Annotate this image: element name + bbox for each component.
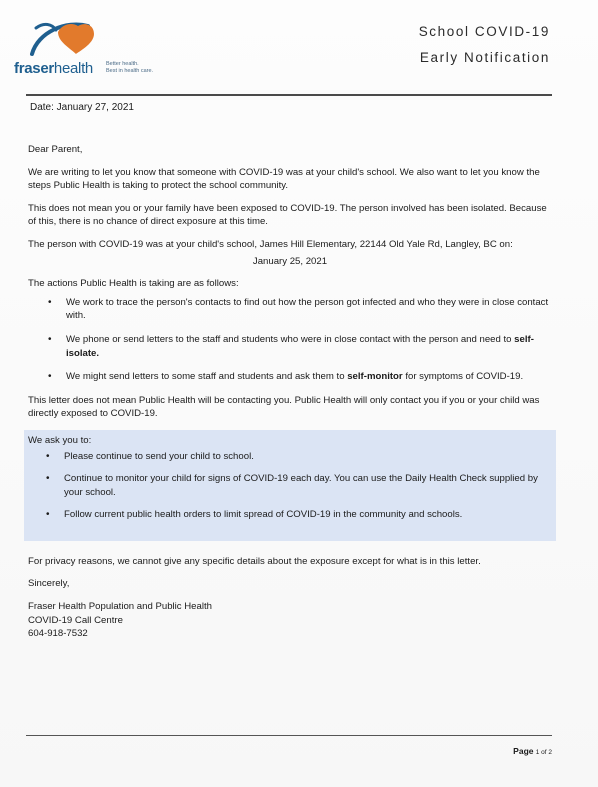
signature-line: Fraser Health Population and Public Heal… (28, 601, 212, 613)
paragraph-location: The person with COVID-19 was at your chi… (28, 238, 513, 250)
action-item: • We phone or send letters to the staff a… (48, 333, 534, 359)
privacy-note: For privacy reasons, we cannot give any … (28, 555, 481, 567)
letter-date: Date: January 27, 2021 (30, 102, 134, 113)
header-divider (26, 94, 552, 96)
requests-title: We ask you to: (28, 434, 92, 446)
actions-list: • We work to trace the person's contacts … (28, 296, 552, 384)
org-name: fraserhealth (14, 60, 93, 77)
requests-box: We ask you to: • Please continue to send … (24, 429, 556, 541)
page-number: Page 1 of 2 (513, 746, 552, 756)
document-title: School COVID-19 (418, 24, 550, 39)
paragraph-exposure: This does not mean you or your family ha… (28, 202, 547, 228)
greeting: Dear Parent, (28, 144, 83, 155)
letter-body: Dear Parent, We are writing to let you k… (24, 143, 556, 641)
signature-line: COVID-19 Call Centre (28, 614, 123, 626)
action-item: • We might send letters to some staff and… (48, 371, 524, 383)
paragraph-intro: We are writing to let you know that some… (28, 166, 540, 192)
signature-phone: 604-918-7532 (28, 628, 88, 640)
signature-block: Fraser Health Population and Public Heal… (28, 600, 552, 641)
document-subtitle: Early Notification (419, 50, 550, 65)
request-item: • Please continue to send your child to s… (46, 450, 254, 462)
action-item: • We work to trace the person's contacts … (48, 296, 549, 322)
footer-divider (26, 735, 552, 736)
actions-intro: The actions Public Health is taking are … (28, 278, 239, 290)
requests-list: • Please continue to send your child to s… (28, 450, 552, 522)
org-tagline: Better health. Best in health care. (106, 61, 154, 74)
letter-page: fraserhealth Better health. Best in heal… (0, 0, 598, 787)
paragraph-contact: This letter does not mean Public Health … (28, 394, 540, 420)
request-item: • Continue to monitor your child for sign… (46, 473, 538, 498)
closing: Sincerely, (28, 578, 70, 590)
request-item: • Follow current public health orders to … (46, 509, 463, 521)
exposure-date: January 25, 2021 (252, 255, 328, 267)
